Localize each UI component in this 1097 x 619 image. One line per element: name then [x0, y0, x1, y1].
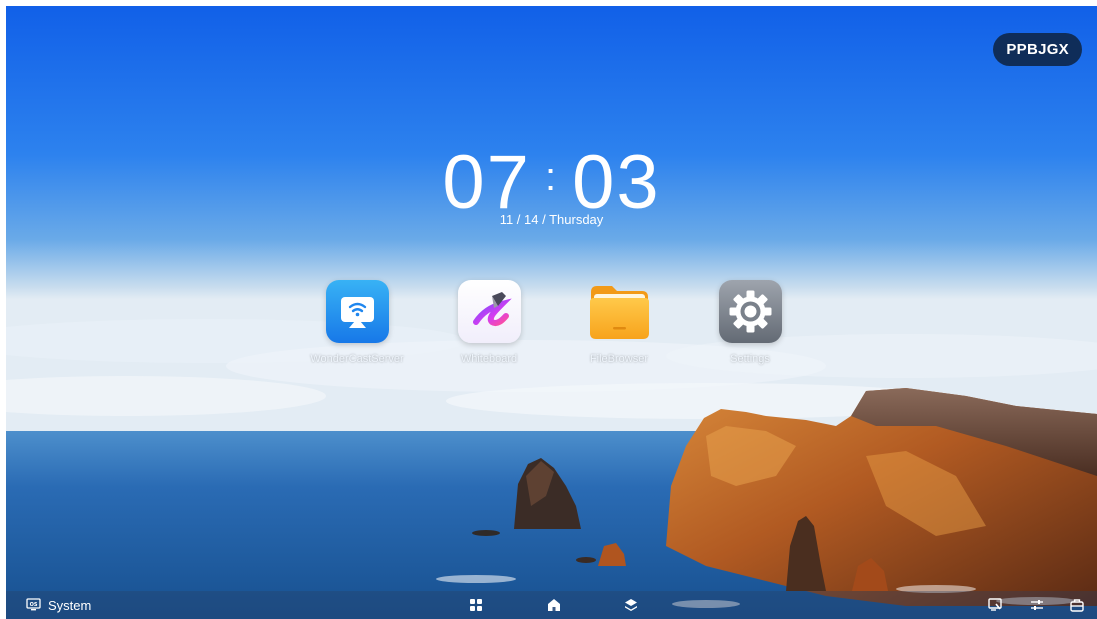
adjust-icon[interactable] [1029, 597, 1045, 613]
system-os-icon: OS [26, 598, 41, 611]
layers-icon[interactable] [623, 597, 639, 613]
app-settings[interactable]: Settings [685, 280, 815, 365]
whiteboard-icon[interactable] [457, 280, 521, 343]
apps-grid-icon[interactable] [468, 597, 484, 613]
clock-date: 11 / 14 / Thursday [499, 212, 604, 227]
home-icon[interactable] [546, 597, 562, 613]
folder-icon[interactable] [588, 280, 651, 343]
cast-icon[interactable] [325, 280, 389, 343]
taskbar: OS System [6, 591, 1097, 619]
screen-annotate-icon[interactable] [987, 597, 1003, 613]
app-label: Whiteboard [460, 353, 518, 365]
app-label: FileBrowser [589, 353, 649, 365]
system-button[interactable]: OS System [26, 591, 91, 619]
desktop-screen: PPBJGX 07:03 11 / 14 / Thursday WonderCa… [6, 6, 1097, 619]
clock-separator: : [544, 155, 559, 199]
svg-text:OS: OS [30, 602, 38, 608]
gear-icon[interactable] [718, 280, 782, 343]
app-filebrowser[interactable]: FileBrowser [554, 280, 684, 365]
toolbox-icon[interactable] [1069, 597, 1085, 613]
app-label: WonderCastServer [310, 353, 404, 365]
app-wondercastserver[interactable]: WonderCastServer [292, 280, 422, 365]
device-code-badge[interactable]: PPBJGX [993, 33, 1082, 66]
system-label: System [48, 597, 92, 613]
app-label: Settings [730, 353, 770, 365]
app-whiteboard[interactable]: Whiteboard [424, 280, 554, 365]
